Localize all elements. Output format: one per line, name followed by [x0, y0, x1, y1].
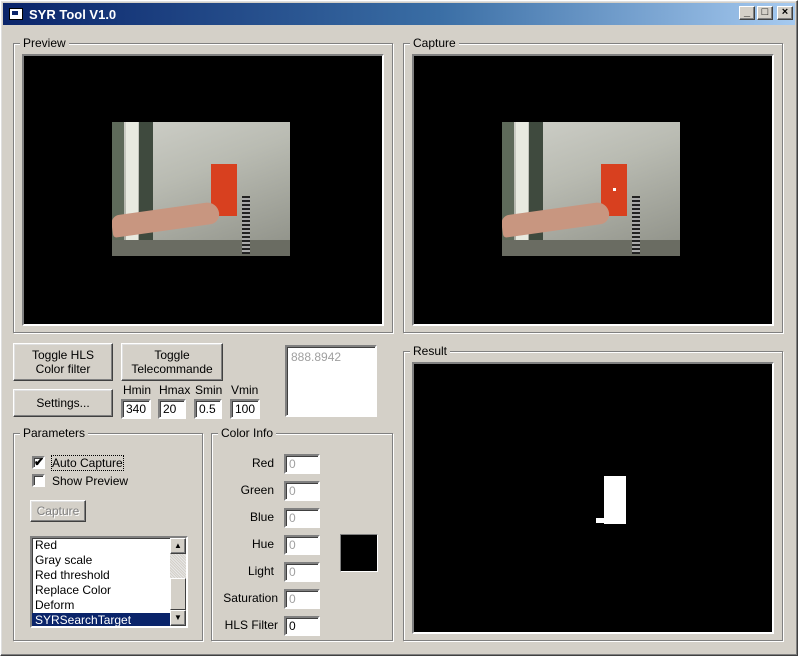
result-group: Result — [403, 344, 783, 641]
settings-label: Settings... — [36, 396, 90, 410]
hmin-label: Hmin — [123, 383, 152, 397]
saturation-field: 0 — [284, 589, 320, 609]
color-info-group: Color Info Red 0 Green 0 Blue 0 Hue 0 Li… — [211, 426, 393, 641]
toggle-hls-label-1: Toggle HLS — [31, 348, 95, 362]
hls-filter-label: HLS Filter — [224, 618, 278, 632]
auto-capture-label[interactable]: Auto Capture — [51, 455, 124, 471]
preview-group: Preview — [13, 36, 393, 333]
list-item[interactable]: Gray scale — [32, 553, 186, 568]
filter-listbox[interactable]: Red Gray scale Red threshold Replace Col… — [30, 536, 188, 628]
color-info-group-label: Color Info — [218, 426, 277, 440]
list-item-selected[interactable]: SYRSearchTarget — [32, 613, 170, 626]
window-title: SYR Tool V1.0 — [29, 6, 117, 22]
toggle-telecommande-button[interactable]: Toggle Telecommande — [121, 343, 223, 381]
app-window: SYR Tool V1.0 _ □ × Preview Capture Togg… — [0, 0, 798, 656]
settings-button[interactable]: Settings... — [13, 389, 113, 417]
result-video — [412, 362, 774, 634]
vmin-input[interactable]: 100 — [230, 399, 260, 419]
list-item[interactable]: Replace Color — [32, 583, 186, 598]
capture-button-label: Capture — [36, 504, 80, 518]
list-item[interactable]: Red threshold — [32, 568, 186, 583]
auto-capture-checkbox[interactable]: ✔ — [32, 456, 45, 469]
parameters-group-label: Parameters — [20, 426, 89, 440]
preview-group-label: Preview — [20, 36, 69, 50]
red-label: Red — [251, 456, 274, 470]
close-icon: × — [781, 6, 789, 18]
minimize-button[interactable]: _ — [739, 6, 755, 20]
minimize-icon: _ — [743, 6, 751, 18]
toggle-tele-label-1: Toggle — [154, 348, 190, 362]
hmin-input[interactable]: 340 — [121, 399, 151, 419]
green-label: Green — [240, 483, 274, 497]
toggle-hls-label-2: Color filter — [35, 362, 91, 376]
scroll-up-icon[interactable]: ▲ — [170, 538, 186, 554]
light-label: Light — [247, 564, 274, 578]
capture-frame-image — [502, 122, 680, 256]
detected-target-blob — [604, 476, 626, 524]
green-field: 0 — [284, 481, 320, 501]
parameters-group: Parameters ✔ Auto Capture Show Preview C… — [13, 426, 203, 641]
list-item[interactable]: Red — [32, 538, 186, 553]
hls-filter-field[interactable]: 0 — [284, 616, 320, 636]
target-marker — [613, 188, 616, 191]
show-preview-checkbox[interactable] — [32, 474, 45, 487]
detected-noise-blob — [596, 518, 608, 523]
close-button[interactable]: × — [777, 6, 793, 20]
saturation-label: Saturation — [223, 591, 278, 605]
smin-label: Smin — [195, 383, 223, 397]
smin-input[interactable]: 0.5 — [194, 399, 222, 419]
blue-label: Blue — [249, 510, 274, 524]
capture-group: Capture — [403, 36, 783, 333]
title-bar[interactable]: SYR Tool V1.0 _ □ × — [3, 3, 795, 25]
list-item[interactable]: Deform — [32, 598, 186, 613]
toggle-tele-label-2: Telecommande — [131, 362, 213, 376]
vmin-label: Vmin — [231, 383, 259, 397]
scroll-down-icon[interactable]: ▼ — [170, 610, 186, 626]
maximize-icon: □ — [761, 6, 769, 18]
distance-readout: 888.8942 — [285, 345, 377, 417]
blue-field: 0 — [284, 508, 320, 528]
maximize-button[interactable]: □ — [757, 6, 773, 20]
hmax-input[interactable]: 20 — [158, 399, 186, 419]
preview-video — [22, 54, 384, 326]
hue-label: Hue — [251, 537, 274, 551]
red-field: 0 — [284, 454, 320, 474]
show-preview-label[interactable]: Show Preview — [52, 474, 128, 488]
app-icon — [9, 8, 23, 20]
light-field: 0 — [284, 562, 320, 582]
toggle-hls-button[interactable]: Toggle HLS Color filter — [13, 343, 113, 381]
preview-frame-image — [112, 122, 290, 256]
capture-button[interactable]: Capture — [30, 500, 86, 522]
color-swatch — [340, 534, 378, 572]
scroll-thumb[interactable] — [170, 578, 186, 610]
capture-video — [412, 54, 774, 326]
hmax-label: Hmax — [159, 383, 191, 397]
capture-group-label: Capture — [410, 36, 459, 50]
result-group-label: Result — [410, 344, 451, 358]
list-scrollbar[interactable]: ▲ ▼ — [170, 538, 186, 626]
hue-field: 0 — [284, 535, 320, 555]
